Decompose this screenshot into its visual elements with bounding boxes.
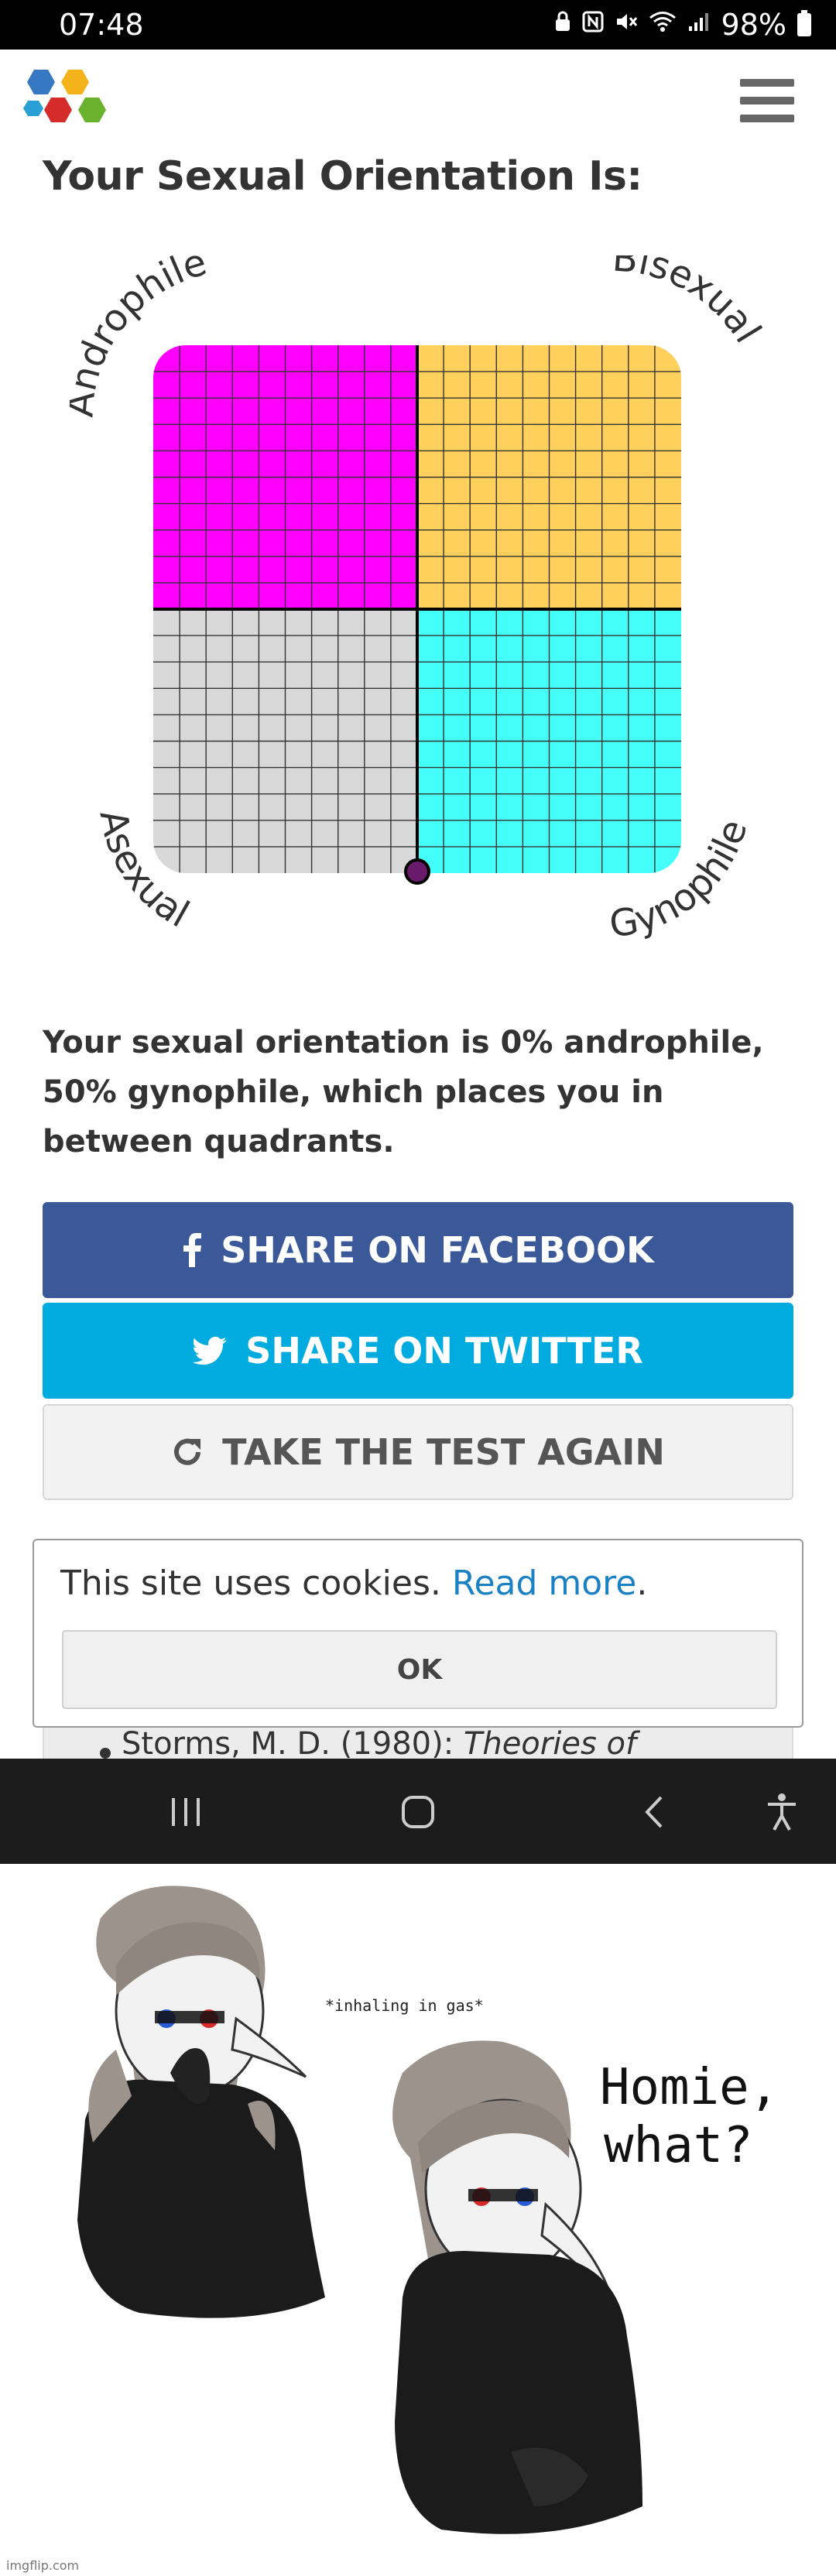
wifi-icon: [649, 11, 677, 39]
imgflip-watermark: imgflip.com: [6, 2558, 79, 2573]
lock-icon: [554, 11, 571, 39]
character-left: [77, 1886, 325, 2318]
label-bisexual: Bisexual: [611, 236, 769, 350]
battery-icon: [797, 10, 811, 36]
status-time: 07:48: [59, 8, 144, 42]
cookie-text: This site uses cookies. Read more.: [60, 1564, 647, 1603]
share-facebook-label: SHARE ON FACEBOOK: [221, 1229, 654, 1271]
site-header: [0, 50, 836, 150]
orientation-chart-svg: Androphile Bisexual Asexual Gynophile: [58, 236, 769, 946]
home-button[interactable]: [391, 1785, 445, 1839]
result-title: Your Sexual Orientation Is:: [43, 153, 642, 200]
svg-text:Bisexual: Bisexual: [611, 255, 766, 351]
meme-illustration: *inhaling in gas* Homie, what? imgflip.c…: [6, 1886, 809, 2573]
idrlabs-logo[interactable]: [19, 67, 119, 144]
meme-caption-large: Homie, what?: [600, 2059, 809, 2174]
reference-title: Theories of: [463, 1726, 637, 1762]
meme-image: *inhaling in gas* Homie, what? imgflip.c…: [0, 1864, 836, 2576]
meme-caption-small: *inhaling in gas*: [325, 1996, 484, 2015]
read-more-link[interactable]: Read more: [452, 1564, 637, 1603]
recent-apps-button[interactable]: [159, 1785, 213, 1839]
cookie-suffix: .: [636, 1564, 648, 1603]
signal-icon: [687, 11, 711, 39]
status-bar: 07:48 98%: [0, 0, 836, 50]
accessibility-icon[interactable]: [755, 1785, 809, 1839]
cookie-message: This site uses cookies.: [60, 1564, 452, 1603]
mute-icon: [615, 11, 638, 39]
twitter-icon: [193, 1337, 228, 1365]
list-bullet: [100, 1748, 111, 1759]
facebook-icon: [182, 1233, 202, 1267]
take-test-again-label: TAKE THE TEST AGAIN: [222, 1431, 665, 1473]
refresh-icon: [171, 1436, 204, 1468]
reference-item: Storms, M. D. (1980): Theories of: [122, 1726, 636, 1762]
hamburger-menu-icon[interactable]: [740, 79, 794, 122]
battery-percent: 98%: [721, 8, 786, 42]
share-twitter-button[interactable]: SHARE ON TWITTER: [43, 1303, 793, 1399]
nfc-icon: [582, 11, 604, 39]
result-summary: Your sexual orientation is 0% androphile…: [43, 1025, 764, 1160]
back-button[interactable]: [627, 1785, 681, 1839]
orientation-chart: Androphile Bisexual Asexual Gynophile: [58, 236, 769, 960]
take-test-again-button[interactable]: TAKE THE TEST AGAIN: [43, 1404, 793, 1500]
reference-text: Storms, M. D. (1980):: [122, 1726, 464, 1762]
result-marker: [404, 858, 430, 885]
page: 07:48 98% Your Sexual Orientation Is: dr…: [0, 0, 836, 2576]
navigation-bar: [0, 1759, 836, 1864]
cookie-ok-button[interactable]: OK: [62, 1630, 777, 1709]
share-facebook-button[interactable]: SHARE ON FACEBOOK: [43, 1202, 793, 1298]
status-icons: 98%: [554, 8, 811, 42]
share-twitter-label: SHARE ON TWITTER: [245, 1330, 643, 1372]
cookie-banner: This site uses cookies. Read more. OK: [33, 1539, 803, 1728]
